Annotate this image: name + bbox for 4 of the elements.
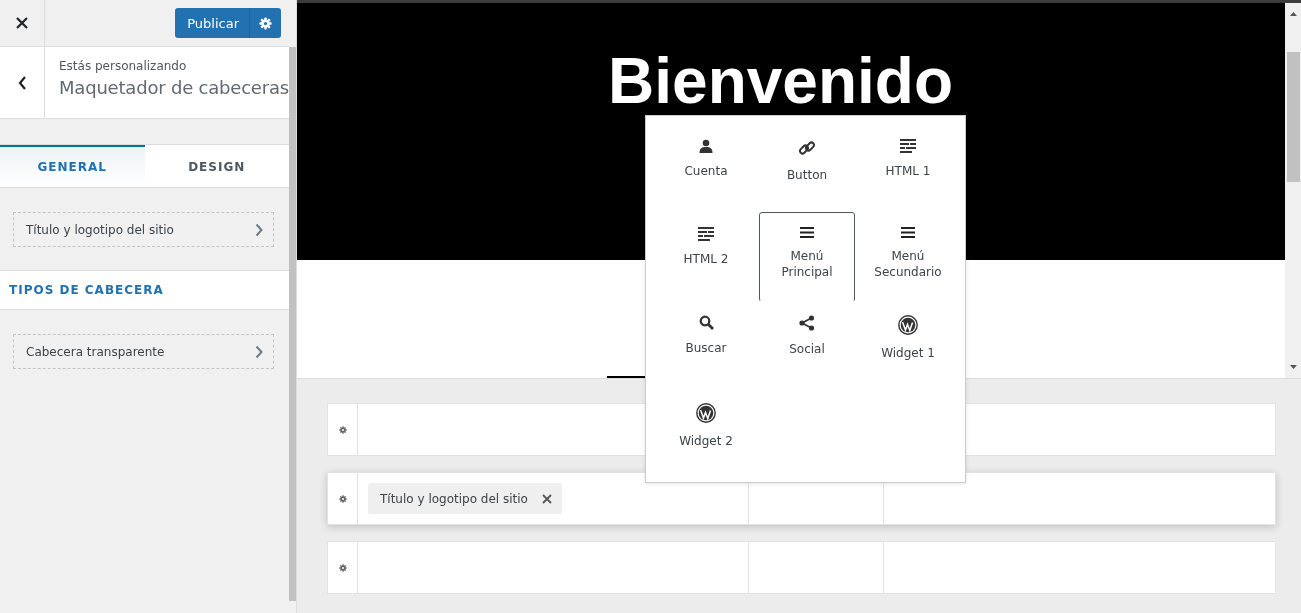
page-heading: Bienvenido [608, 49, 953, 113]
panel-title: Maquetador de cabeceras [59, 77, 289, 98]
breadcrumb: Estás personalizando [59, 59, 188, 73]
section-heading: TIPOS DE CABECERA [9, 283, 164, 297]
